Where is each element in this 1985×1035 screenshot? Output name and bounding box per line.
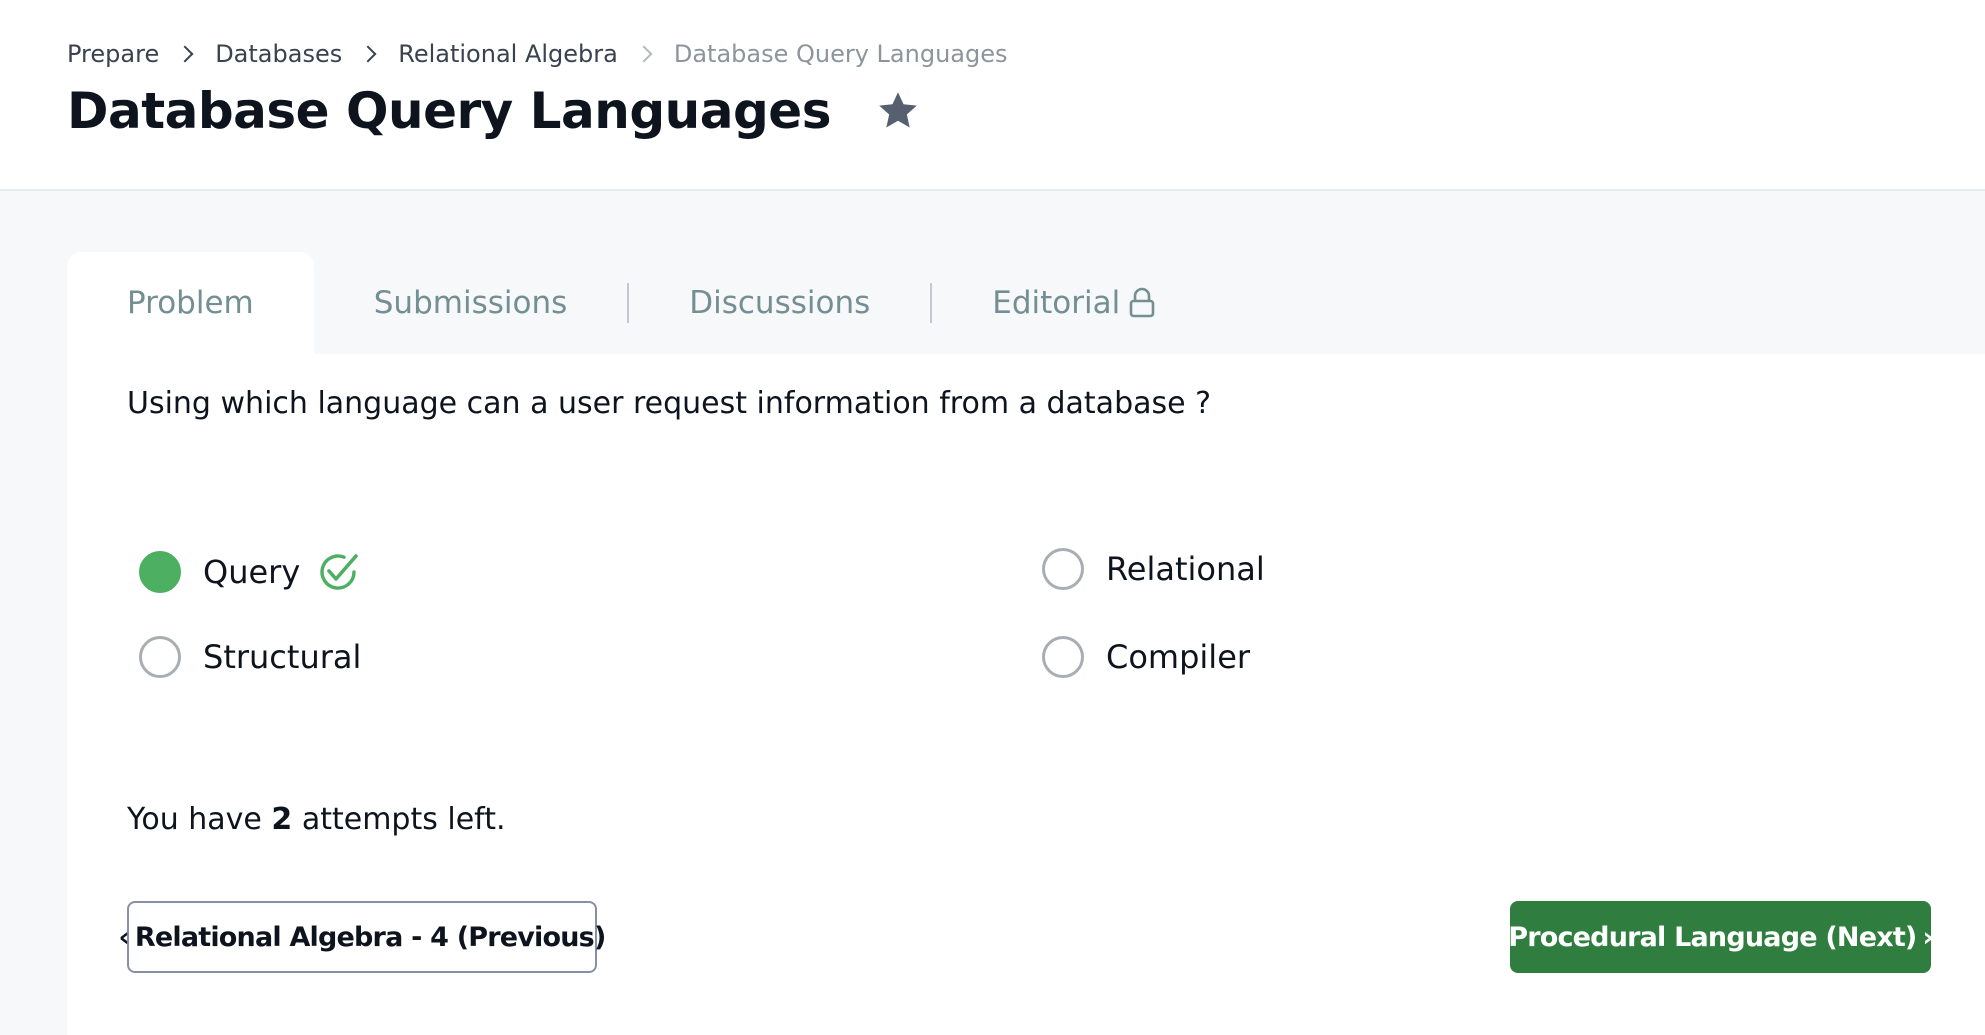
attempts-suffix: attempts left. <box>301 802 506 837</box>
next-button-label: Procedural Language (Next) <box>1508 921 1917 953</box>
tab-label: Discussions <box>689 285 871 321</box>
tab-submissions[interactable]: Submissions <box>314 252 628 354</box>
option-compiler[interactable]: Compiler <box>1042 636 1250 678</box>
tab-discussions[interactable]: Discussions <box>629 252 930 354</box>
breadcrumb-item-prepare[interactable]: Prepare <box>67 40 159 68</box>
breadcrumb-item-databases[interactable]: Databases <box>215 40 342 68</box>
attempts-left: You have 2 attempts left. <box>127 802 506 837</box>
star-icon[interactable] <box>875 88 921 134</box>
attempts-prefix: You have <box>127 802 262 837</box>
chevron-right-icon <box>635 45 653 63</box>
option-label: Query <box>203 553 301 591</box>
tab-label: Submissions <box>373 285 568 321</box>
chevron-right-icon <box>176 45 194 63</box>
tab-problem[interactable]: Problem <box>67 252 314 354</box>
breadcrumb-item-current: Database Query Languages <box>673 40 1008 68</box>
problem-tabs: Problem Submissions Discussions Editoria… <box>67 252 1216 354</box>
page-title: Database Query Languages <box>67 82 831 140</box>
page-header: Prepare Databases Relational Algebra Dat… <box>0 0 1985 191</box>
option-query[interactable]: Query <box>139 548 362 596</box>
option-label: Compiler <box>1106 638 1251 676</box>
breadcrumb-item-relational-algebra[interactable]: Relational Algebra <box>398 40 618 68</box>
radio-unselected[interactable] <box>1042 636 1084 678</box>
chevron-right-icon: › <box>1922 921 1933 953</box>
radio-selected[interactable] <box>139 551 181 593</box>
tab-label: Problem <box>127 285 254 321</box>
breadcrumb: Prepare Databases Relational Algebra Dat… <box>67 40 1008 68</box>
tab-editorial[interactable]: Editorial <box>932 252 1216 354</box>
chevron-left-icon: ‹ <box>118 921 130 953</box>
option-label: Relational <box>1106 550 1265 588</box>
next-button[interactable]: Procedural Language (Next) › <box>1508 901 1934 973</box>
chevron-right-icon <box>359 45 377 63</box>
option-relational[interactable]: Relational <box>1042 548 1265 590</box>
option-structural[interactable]: Structural <box>139 636 361 678</box>
previous-button[interactable]: ‹ Relational Algebra - 4 (Previous) <box>119 901 606 973</box>
radio-unselected[interactable] <box>1042 548 1084 590</box>
option-label: Structural <box>203 638 362 676</box>
previous-button-label: Relational Algebra - 4 (Previous) <box>134 921 606 953</box>
question-text: Using which language can a user request … <box>127 386 1212 421</box>
tab-label: Editorial <box>992 285 1121 321</box>
title-row: Database Query Languages <box>67 82 921 140</box>
lock-icon <box>1129 287 1155 318</box>
radio-unselected[interactable] <box>139 636 181 678</box>
attempts-count: 2 <box>271 802 293 837</box>
check-circle-icon <box>320 554 359 590</box>
